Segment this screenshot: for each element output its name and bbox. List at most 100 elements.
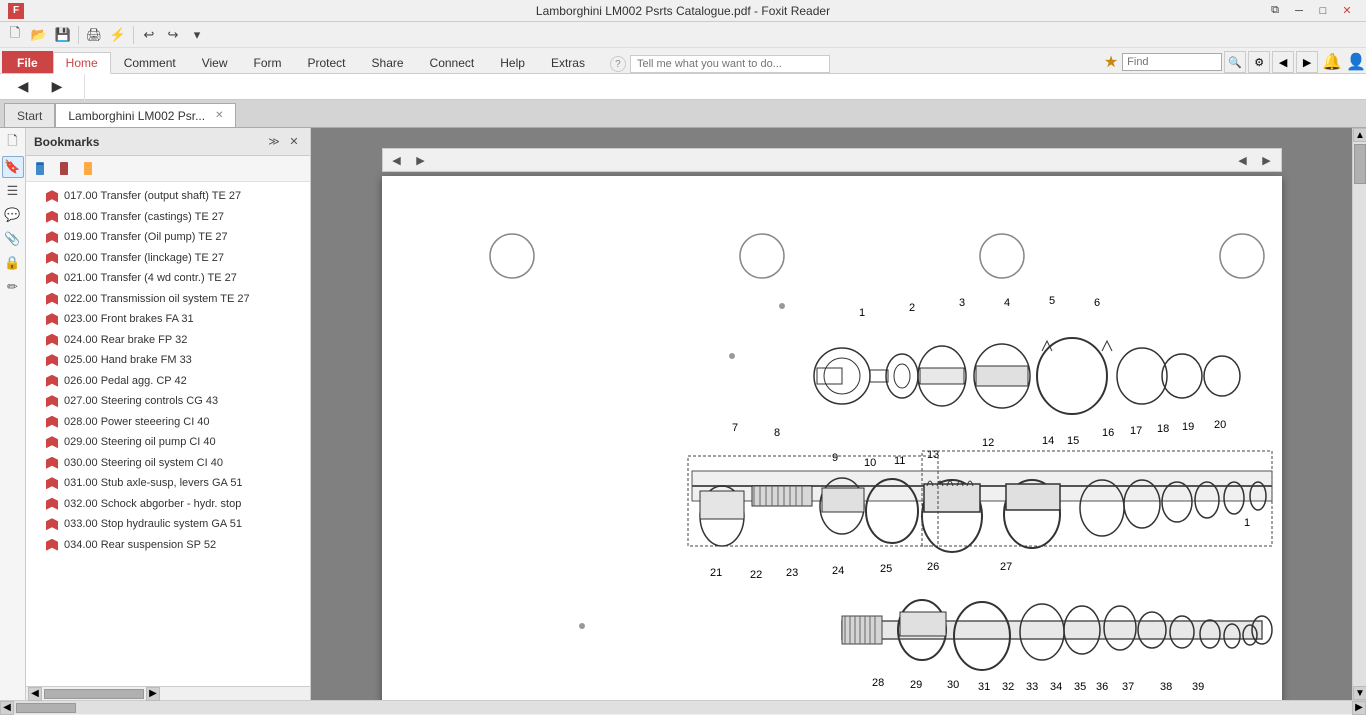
tab-view[interactable]: View: [189, 51, 241, 73]
toolbar-sep-1: [78, 26, 79, 44]
bookmark-item[interactable]: 024.00 Rear brake FP 32: [26, 330, 310, 351]
tab-start[interactable]: Start: [4, 103, 55, 127]
bookmark-item[interactable]: 033.00 Stop hydraulic system GA 51: [26, 514, 310, 535]
panel-bottom-scrollbar[interactable]: ◀ ▶: [26, 686, 310, 700]
main-layout: 🗋 🔖 ☰ 💬 📎 🔒 ✏ Bookmarks ≫ ✕: [0, 128, 1366, 700]
svg-text:10: 10: [864, 457, 876, 469]
find-prev-btn[interactable]: ◀: [1272, 51, 1294, 73]
bookmark-item[interactable]: 034.00 Rear suspension SP 52: [26, 535, 310, 556]
tab-comment[interactable]: Comment: [111, 51, 189, 73]
print-btn[interactable]: 🖨: [83, 24, 105, 46]
h-scroll-thumb[interactable]: [16, 703, 76, 713]
new-btn[interactable]: 🗋: [4, 24, 26, 46]
bookmark-item[interactable]: 032.00 Schock abgorber - hydr. stop: [26, 494, 310, 515]
close-btn[interactable]: ✕: [1336, 2, 1358, 20]
bookmark-add-btn[interactable]: [32, 159, 52, 179]
scroll-left-btn[interactable]: ◀: [28, 687, 42, 701]
restore-btn[interactable]: ⧉: [1264, 2, 1286, 20]
bookmark-flag-icon: [46, 272, 58, 284]
undo-btn[interactable]: ↩: [138, 24, 160, 46]
edit-icon[interactable]: ✏: [2, 276, 24, 298]
find-next-btn[interactable]: ▶: [1296, 51, 1318, 73]
view-left-btn[interactable]: ◀: [1233, 150, 1253, 170]
find-toolbar-area: 🔍 ⚙ ◀ ▶: [1122, 51, 1318, 73]
bell-icon[interactable]: 🔔: [1322, 52, 1342, 72]
bookmark-item[interactable]: 018.00 Transfer (castings) TE 27: [26, 207, 310, 228]
bookmark-item[interactable]: 019.00 Transfer (Oil pump) TE 27: [26, 227, 310, 248]
bookmark-item[interactable]: 023.00 Front brakes FA 31: [26, 309, 310, 330]
bookmark-item[interactable]: 029.00 Steering oil pump CI 40: [26, 432, 310, 453]
save-btn[interactable]: 💾: [52, 24, 74, 46]
right-scrollbar[interactable]: ▲ ▼: [1352, 128, 1366, 700]
tab-document[interactable]: Lamborghini LM002 Psr... ✕: [55, 103, 236, 127]
attachment-icon[interactable]: 📎: [2, 228, 24, 250]
scroll-thumb-vertical[interactable]: [1354, 144, 1366, 184]
tab-connect[interactable]: Connect: [417, 51, 488, 73]
maximize-btn[interactable]: □: [1312, 2, 1334, 20]
bookmark-flag-icon: [46, 375, 58, 387]
search-ribbon-input[interactable]: [630, 55, 830, 73]
viewer-navbar: ◀ ▶ ◀ ▶: [382, 148, 1282, 172]
redo-btn[interactable]: ↪: [162, 24, 184, 46]
bookmark-flag-icon: [46, 313, 58, 325]
svg-text:14: 14: [1042, 435, 1054, 447]
customize-btn[interactable]: ▾: [186, 24, 208, 46]
svg-text:29: 29: [910, 679, 922, 691]
svg-text:11: 11: [894, 455, 905, 467]
tab-help[interactable]: Help: [487, 51, 538, 73]
tab-share[interactable]: Share: [359, 51, 417, 73]
find-input[interactable]: [1122, 53, 1222, 71]
bookmark-item[interactable]: 026.00 Pedal agg. CP 42: [26, 371, 310, 392]
tab-close-icon[interactable]: ✕: [215, 110, 223, 121]
h-scroll-left-btn[interactable]: ◀: [0, 701, 14, 715]
h-scroll-right-btn[interactable]: ▶: [1352, 701, 1366, 715]
view-next-btn[interactable]: ▶: [411, 150, 431, 170]
layers-icon[interactable]: ☰: [2, 180, 24, 202]
find-settings-btn[interactable]: ⚙: [1248, 51, 1270, 73]
page-thumbnail-icon[interactable]: 🗋: [2, 132, 24, 154]
nav-next-btn[interactable]: ▶: [42, 73, 72, 101]
panel-toolbar: [26, 156, 310, 182]
bookmark-flag-icon: [46, 498, 58, 510]
star-icon[interactable]: ★: [1104, 52, 1118, 72]
scroll-right-btn[interactable]: ▶: [146, 687, 160, 701]
comment-icon[interactable]: 💬: [2, 204, 24, 226]
bookmark-item[interactable]: 031.00 Stub axle-susp, levers GA 51: [26, 473, 310, 494]
bookmark-item[interactable]: 030.00 Steering oil system CI 40: [26, 453, 310, 474]
scroll-thumb[interactable]: [44, 689, 144, 699]
tab-file[interactable]: File: [2, 51, 53, 73]
security-icon[interactable]: 🔒: [2, 252, 24, 274]
bookmark-item[interactable]: 025.00 Hand brake FM 33: [26, 350, 310, 371]
bookmark-item[interactable]: 027.00 Steering controls CG 43: [26, 391, 310, 412]
find-search-btn[interactable]: 🔍: [1224, 51, 1246, 73]
minimize-btn[interactable]: ─: [1288, 2, 1310, 20]
svg-text:25: 25: [880, 563, 892, 575]
bookmark-item[interactable]: 017.00 Transfer (output shaft) TE 27: [26, 186, 310, 207]
quick-print-btn[interactable]: ⚡: [107, 24, 129, 46]
view-prev-btn[interactable]: ◀: [387, 150, 407, 170]
tab-protect[interactable]: Protect: [295, 51, 359, 73]
bookmark-item[interactable]: 020.00 Transfer (linckage) TE 27: [26, 248, 310, 269]
tab-extras[interactable]: Extras: [538, 51, 598, 73]
bookmark-color-btn[interactable]: [80, 159, 100, 179]
bookmark-item[interactable]: 022.00 Transmission oil system TE 27: [26, 289, 310, 310]
panel-expand-btn[interactable]: ≫: [266, 134, 282, 150]
panel-collapse-btn[interactable]: ✕: [286, 134, 302, 150]
window-controls[interactable]: ⧉ ─ □ ✕: [1264, 2, 1358, 20]
nav-prev-btn[interactable]: ◀: [8, 73, 38, 101]
tab-form[interactable]: Form: [241, 51, 295, 73]
open-btn[interactable]: 📂: [28, 24, 50, 46]
scroll-down-arrow[interactable]: ▼: [1353, 686, 1366, 700]
bookmark-item[interactable]: 021.00 Transfer (4 wd contr.) TE 27: [26, 268, 310, 289]
scroll-up-arrow[interactable]: ▲: [1353, 128, 1366, 142]
bookmark-style-btn[interactable]: [56, 159, 76, 179]
bookmark-flag-icon: [46, 477, 58, 489]
bookmark-sidebar-icon[interactable]: 🔖: [2, 156, 24, 178]
view-right-btn[interactable]: ▶: [1257, 150, 1277, 170]
pdf-viewer[interactable]: ◀ ▶ ◀ ▶ 1 2 3 4 5: [311, 128, 1352, 700]
tab-home[interactable]: Home: [53, 52, 111, 74]
user-icon[interactable]: 👤: [1346, 52, 1366, 72]
bottom-scrollbar[interactable]: ◀ ▶: [0, 700, 1366, 714]
bookmark-item[interactable]: 028.00 Power steeering CI 40: [26, 412, 310, 433]
panel-header: Bookmarks ≫ ✕: [26, 128, 310, 156]
